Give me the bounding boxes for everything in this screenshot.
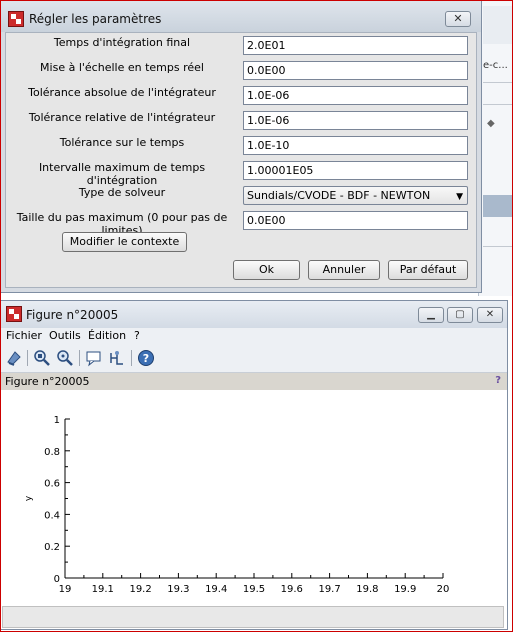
x-tick-label: 20	[437, 584, 450, 595]
time-tolerance-label: Tolérance sur le temps	[59, 136, 185, 149]
status-bar	[2, 606, 504, 628]
background-divider	[483, 82, 513, 83]
y-axis-label: y	[24, 495, 34, 501]
absolute-tolerance-field[interactable]: 1.0E-06	[243, 86, 468, 105]
minimize-button[interactable]: ▁	[418, 307, 444, 323]
zoom-icon	[34, 350, 50, 366]
realtime-scaling-label: Mise à l'échelle en temps réel	[40, 61, 204, 74]
panel-help-icon[interactable]: ?	[495, 375, 501, 386]
unzoom-tool-button[interactable]	[56, 349, 74, 367]
unzoom-icon	[57, 350, 73, 366]
datatip-manager-icon	[110, 351, 123, 365]
close-button[interactable]: ✕	[477, 307, 503, 323]
figure-panel-header: Figure n°20005 ?	[1, 373, 507, 390]
rotate-icon	[7, 351, 21, 366]
final-time-field[interactable]: 2.0E01	[243, 36, 468, 55]
maximize-button[interactable]: ▢	[447, 307, 473, 323]
x-tick-label: 19.5	[243, 584, 265, 595]
menu-help[interactable]: ?	[134, 329, 140, 342]
minimize-icon: ▁	[427, 309, 435, 320]
x-tick-label: 19.2	[129, 584, 151, 595]
background-divider	[483, 246, 513, 247]
figure-title-bar[interactable]: Figure n°20005 ▁ ▢ ✕	[1, 301, 507, 328]
zoom-tool-button[interactable]	[33, 349, 51, 367]
cancel-button[interactable]: Annuler	[308, 260, 380, 280]
y-tick-label: 0.2	[44, 542, 60, 553]
max-step-size-field[interactable]: 0.0E00	[243, 211, 468, 230]
help-icon: ?	[138, 350, 154, 366]
background-selection-band	[483, 195, 513, 217]
figure-window-title: Figure n°20005	[26, 308, 119, 322]
chevron-down-icon: ▼	[456, 192, 463, 202]
y-tick-label: 0.8	[44, 447, 60, 458]
time-tolerance-field[interactable]: 1.0E-10	[243, 136, 468, 155]
close-icon: ✕	[453, 12, 463, 25]
menu-fichier[interactable]: Fichier	[6, 329, 42, 342]
solver-type-label: Type de solveur	[78, 186, 166, 199]
datatip-tool-button[interactable]	[85, 349, 103, 367]
x-tick-label: 19.8	[356, 584, 378, 595]
rotate-tool-button[interactable]	[5, 349, 23, 367]
absolute-tolerance-label: Tolérance absolue de l'intégrateur	[28, 86, 216, 99]
background-arrow-icon: ◆	[487, 118, 495, 129]
menu-bar: Fichier Outils Édition ?	[1, 328, 507, 345]
dialog-title: Régler les paramètres	[29, 12, 162, 26]
scilab-app-icon	[6, 306, 22, 322]
figure-panel-title: Figure n°20005	[5, 375, 90, 388]
figure-toolbar: ?	[1, 345, 507, 373]
dialog-title-bar[interactable]: Régler les paramètres ✕	[1, 1, 481, 32]
x-tick-label: 19.7	[318, 584, 340, 595]
close-button[interactable]: ✕	[445, 11, 471, 27]
x-tick-label: 19.4	[205, 584, 227, 595]
x-tick-label: 19	[59, 584, 72, 595]
menu-edition[interactable]: Édition	[88, 329, 126, 342]
final-time-label: Temps d'intégration final	[53, 36, 191, 49]
svg-text:?: ?	[143, 352, 149, 365]
figure-window: Figure n°20005 ▁ ▢ ✕ Fichier Outils Édit…	[0, 300, 508, 630]
modify-context-button[interactable]: Modifier le contexte	[62, 232, 187, 252]
relative-tolerance-label: Tolérance relative de l'intégrateur	[28, 111, 216, 124]
plot-area[interactable]: 19 19.1 19.2 19.3 19.4 19.5 19.6 19.7 19.8 19.9 20…	[1, 390, 507, 604]
datatip-manager-button[interactable]	[108, 349, 126, 367]
help-tool-button[interactable]: ?	[137, 349, 155, 367]
chart: 19 19.1 19.2 19.3 19.4 19.5 19.6 19.7 19.8 19.9 20…	[24, 415, 450, 595]
x-tick-label: 19.1	[92, 584, 114, 595]
y-tick-label: 1	[54, 415, 60, 426]
datatip-icon	[86, 351, 101, 367]
menu-outils[interactable]: Outils	[49, 329, 81, 342]
background-divider	[483, 104, 513, 105]
x-tick-label: 19.3	[167, 584, 189, 595]
x-tick-label: 19.9	[394, 584, 416, 595]
default-button[interactable]: Par défaut	[388, 260, 468, 280]
relative-tolerance-field[interactable]: 1.0E-06	[243, 111, 468, 130]
maximize-icon: ▢	[455, 309, 465, 320]
x-tick-label: 19.6	[281, 584, 303, 595]
max-integration-interval-field[interactable]: 1.00001E05	[243, 161, 468, 180]
toolbar-separator	[79, 350, 80, 366]
toolbar-separator	[131, 350, 132, 366]
dialog-body: Temps d'intégration final 2.0E01 Mise à …	[5, 32, 477, 288]
max-integration-interval-label: Intervalle maximum de temps d'intégratio…	[38, 161, 206, 187]
y-tick-label: 0.4	[44, 510, 60, 521]
y-tick-label: 0.6	[44, 479, 60, 490]
background-window: e-c... ◆	[478, 0, 513, 296]
solver-type-value: Sundials/CVODE - BDF - NEWTON	[247, 189, 431, 202]
background-toolbar	[483, 6, 513, 44]
settings-dialog: Régler les paramètres ✕ Temps d'intégrat…	[0, 0, 482, 293]
y-tick-label: 0	[54, 574, 60, 585]
close-icon: ✕	[485, 309, 495, 320]
ok-button[interactable]: Ok	[233, 260, 300, 280]
realtime-scaling-field[interactable]: 0.0E00	[243, 61, 468, 80]
toolbar-separator	[27, 350, 28, 366]
solver-type-select[interactable]: Sundials/CVODE - BDF - NEWTON ▼	[243, 186, 468, 205]
scilab-app-icon	[8, 11, 24, 27]
background-text-fragment: e-c...	[483, 60, 508, 71]
